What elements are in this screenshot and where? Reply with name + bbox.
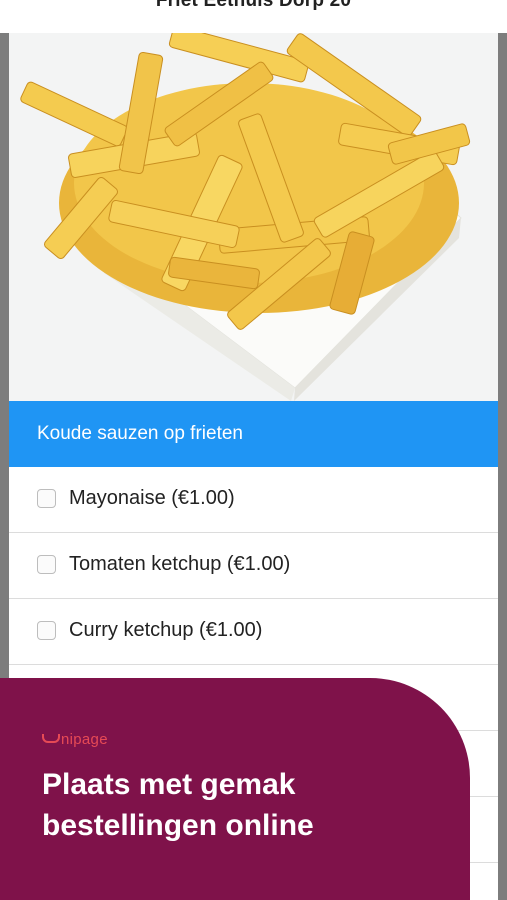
app-header: Friet Eethuis Dorp 20 [0,0,507,33]
option-tomaten-ketchup[interactable]: Tomaten ketchup (€1.00) [9,533,498,599]
unipage-ad-banner[interactable]: nipage Plaats met gemak bestellingen onl… [0,678,470,900]
option-label: Tomaten ketchup (€1.00) [69,553,291,575]
ad-headline: Plaats met gemak bestellingen online [42,764,314,846]
option-label: Curry ketchup (€1.00) [69,619,263,641]
option-label: Mayonaise (€1.00) [69,487,235,509]
checkbox[interactable] [37,621,56,640]
option-mayonaise[interactable]: Mayonaise (€1.00) [9,467,498,533]
unipage-logo: nipage [42,731,108,748]
fries-illustration [20,33,471,401]
fries-image [9,33,498,401]
checkbox[interactable] [37,489,56,508]
section-title: Koude sauzen op frieten [37,423,243,444]
background-page-right [498,33,507,900]
logo-u-mark [42,734,60,743]
section-header: Koude sauzen op frieten [9,401,498,467]
ad-headline-line-2: bestellingen online [42,809,314,842]
option-curry-ketchup[interactable]: Curry ketchup (€1.00) [9,599,498,665]
ad-headline-line-1: Plaats met gemak [42,768,296,801]
checkbox[interactable] [37,555,56,574]
page-title: Friet Eethuis Dorp 20 [155,0,352,11]
logo-text: nipage [61,731,108,748]
